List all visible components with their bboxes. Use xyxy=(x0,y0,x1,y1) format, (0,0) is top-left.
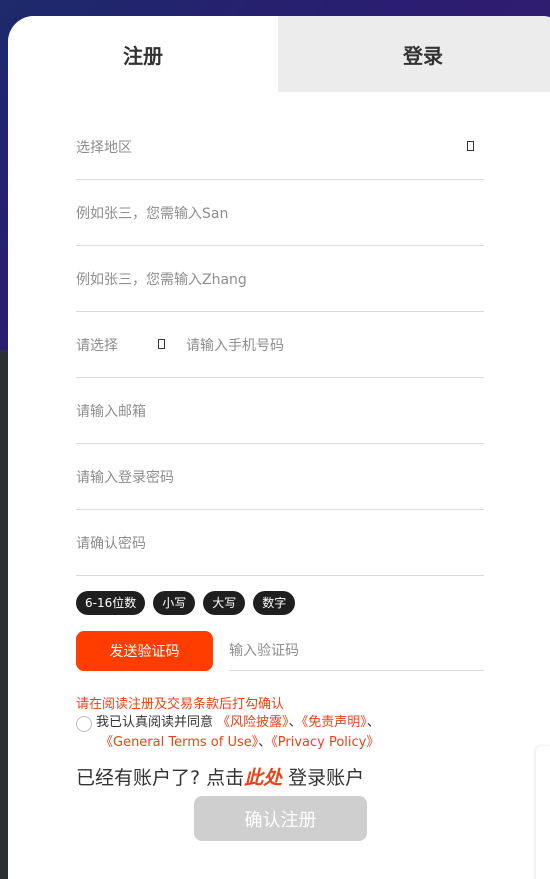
region-placeholder: 选择地区 xyxy=(76,139,132,156)
confirm-password-input[interactable]: 请确认密码 xyxy=(76,510,484,576)
separator: 、 xyxy=(258,735,272,750)
password-rules: 6-16位数 小写 大写 数字 xyxy=(76,591,484,615)
confirm-password-placeholder: 请确认密码 xyxy=(76,535,146,552)
agreement-text: 我已认真阅读并同意 《风险披露》、《免责声明》、 《General Terms … xyxy=(76,713,484,753)
region-select[interactable]: 选择地区 xyxy=(76,114,484,180)
confirm-register-button[interactable]: 确认注册 xyxy=(194,796,367,841)
tab-bar: 注册 登录 xyxy=(8,16,550,92)
email-input[interactable]: 请输入邮箱 xyxy=(76,378,484,444)
firstname-placeholder: 例如张三，您需输入San xyxy=(76,205,229,222)
login-here-link[interactable]: 此处 xyxy=(244,767,282,789)
rule-badge-uppercase: 大写 xyxy=(203,591,246,615)
lastname-placeholder: 例如张三，您需输入Zhang xyxy=(76,271,247,288)
verification-row: 发送验证码 xyxy=(76,629,484,671)
privacy-link[interactable]: 《Privacy Policy》 xyxy=(271,735,379,750)
tab-login[interactable]: 登录 xyxy=(278,16,550,92)
verification-code-input[interactable] xyxy=(229,631,484,671)
rule-badge-number: 数字 xyxy=(253,591,296,615)
agreement-warning: 请在阅读注册及交易条款后打勾确认 xyxy=(76,697,285,712)
rule-badge-length: 6-16位数 xyxy=(76,591,146,615)
send-code-button[interactable]: 发送验证码 xyxy=(76,631,213,671)
separator: 、 xyxy=(288,715,302,730)
phone-code-select[interactable]: 请选择 xyxy=(76,335,156,355)
separator: 、 xyxy=(366,715,380,730)
rule-badge-lowercase: 小写 xyxy=(153,591,196,615)
password-input[interactable]: 请输入登录密码 xyxy=(76,444,484,510)
dropdown-icon xyxy=(467,141,474,151)
login-prompt-suffix: 登录账户 xyxy=(282,767,365,789)
email-placeholder: 请输入邮箱 xyxy=(76,403,146,420)
dropdown-icon xyxy=(158,339,165,349)
login-prompt-prefix: 已经有账户了? 点击 xyxy=(76,767,245,789)
disclaimer-link[interactable]: 《免责声明》 xyxy=(302,715,367,730)
tab-register[interactable]: 注册 xyxy=(8,16,278,92)
login-prompt: 已经有账户了? 点击此处 登录账户 xyxy=(76,763,484,790)
agreement-prefix: 我已认真阅读并同意 xyxy=(96,715,214,730)
terms-link[interactable]: 《General Terms of Use》 xyxy=(100,735,258,750)
agree-checkbox[interactable] xyxy=(76,716,92,732)
phone-input[interactable]: 请输入手机号码 xyxy=(186,335,284,355)
password-placeholder: 请输入登录密码 xyxy=(76,469,174,486)
risk-disclosure-link[interactable]: 《风险披露》 xyxy=(217,715,289,730)
firstname-input[interactable]: 例如张三，您需输入San xyxy=(76,180,484,246)
lastname-input[interactable]: 例如张三，您需输入Zhang xyxy=(76,246,484,312)
register-form: 选择地区 例如张三，您需输入San 例如张三，您需输入Zhang 请选择 请输入… xyxy=(76,114,484,790)
phone-row: 请选择 请输入手机号码 xyxy=(76,312,484,378)
side-panel xyxy=(536,746,550,879)
register-card: 注册 登录 选择地区 例如张三，您需输入San 例如张三，您需输入Zhang 请… xyxy=(8,16,550,879)
